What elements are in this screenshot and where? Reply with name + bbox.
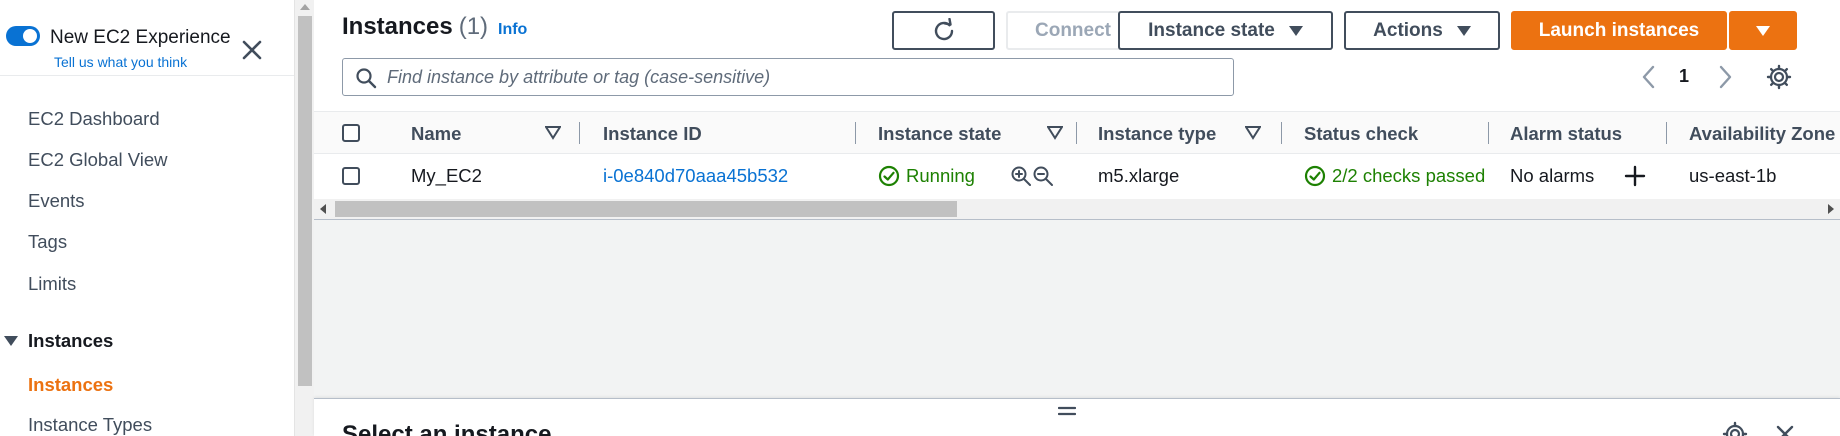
sidebar-item-events[interactable]: Events xyxy=(28,190,85,212)
cell-availability-zone: us-east-1b xyxy=(1689,165,1777,186)
table-horizontal-scrollbar[interactable] xyxy=(314,199,1840,219)
scroll-right-arrow[interactable] xyxy=(1828,204,1834,214)
close-icon[interactable] xyxy=(238,36,266,64)
caret-down-icon xyxy=(4,336,18,346)
refresh-icon xyxy=(934,17,953,40)
close-icon[interactable] xyxy=(1774,423,1796,436)
column-divider[interactable] xyxy=(1488,122,1489,144)
refresh-button[interactable] xyxy=(892,11,995,50)
sidebar-item-tags[interactable]: Tags xyxy=(28,231,67,253)
cell-instance-state: Running xyxy=(906,165,975,186)
row-checkbox[interactable] xyxy=(342,167,360,185)
drag-handle-icon[interactable] xyxy=(1058,405,1076,417)
zoom-in-icon[interactable] xyxy=(1010,165,1032,187)
page-title-text: Instances xyxy=(342,13,453,40)
info-link[interactable]: Info xyxy=(498,21,527,39)
cell-instance-type: m5.xlarge xyxy=(1098,165,1180,186)
column-header-status-check[interactable]: Status check xyxy=(1304,123,1418,145)
search-icon xyxy=(356,68,377,89)
select-all-checkbox[interactable] xyxy=(342,124,360,142)
sort-icon[interactable] xyxy=(545,126,561,140)
current-page-number[interactable]: 1 xyxy=(1679,66,1689,87)
split-panel-title: Select an instance xyxy=(342,421,552,436)
column-header-instance-state[interactable]: Instance state xyxy=(878,123,1001,145)
column-header-instance-id[interactable]: Instance ID xyxy=(603,123,702,145)
column-header-name[interactable]: Name xyxy=(411,123,461,145)
caret-down-icon xyxy=(1756,25,1770,36)
column-header-availability-zone[interactable]: Availability Zone xyxy=(1689,123,1835,145)
column-divider[interactable] xyxy=(855,122,856,144)
sidebar-item-instance-types[interactable]: Instance Types xyxy=(28,414,152,436)
scroll-up-arrow[interactable] xyxy=(300,4,310,10)
sort-icon[interactable] xyxy=(1047,126,1063,140)
column-header-instance-type[interactable]: Instance type xyxy=(1098,123,1216,145)
instance-state-button-label: Instance state xyxy=(1148,19,1275,41)
sidebar-scrollbar[interactable] xyxy=(294,0,314,436)
new-experience-label: New EC2 Experience xyxy=(50,27,231,48)
cell-alarm-status: No alarms xyxy=(1510,165,1595,186)
sort-icon[interactable] xyxy=(1245,126,1261,140)
table-row[interactable]: My_EC2 i-0e840d70aaa45b532 Running m5.xl… xyxy=(314,154,1840,199)
check-circle-icon xyxy=(1304,165,1326,187)
sidebar-divider xyxy=(0,75,294,76)
instances-panel: Instances (1) Info Connect Instance state… xyxy=(314,0,1840,220)
settings-icon[interactable] xyxy=(1722,421,1748,436)
split-panel: Select an instance xyxy=(314,398,1840,436)
search-box[interactable] xyxy=(342,58,1234,96)
check-circle-icon xyxy=(878,165,900,187)
column-divider[interactable] xyxy=(1076,122,1077,144)
cell-name: My_EC2 xyxy=(411,165,482,186)
settings-icon[interactable] xyxy=(1766,64,1792,90)
cell-instance-id-link[interactable]: i-0e840d70aaa45b532 xyxy=(603,165,788,187)
new-experience-toggle-row: New EC2 Experience Tell us what you thin… xyxy=(0,12,294,72)
feedback-link[interactable]: Tell us what you think xyxy=(54,54,187,70)
connect-button-label: Connect xyxy=(1035,19,1111,41)
sidebar: New EC2 Experience Tell us what you thin… xyxy=(0,0,294,436)
sidebar-item-ec2-global-view[interactable]: EC2 Global View xyxy=(28,149,168,171)
sidebar-section-instances[interactable]: Instances xyxy=(4,330,113,352)
page-title: Instances (1) xyxy=(342,13,488,41)
horizontal-scrollbar-thumb[interactable] xyxy=(335,201,957,217)
zoom-out-icon[interactable] xyxy=(1032,165,1054,187)
table-header: Name Instance ID Instance state Instance… xyxy=(314,111,1840,154)
column-header-alarm-status[interactable]: Alarm status xyxy=(1510,123,1622,145)
sidebar-item-instances[interactable]: Instances xyxy=(28,374,113,396)
sidebar-item-ec2-dashboard[interactable]: EC2 Dashboard xyxy=(28,108,160,130)
plus-icon[interactable] xyxy=(1624,165,1646,187)
column-divider[interactable] xyxy=(1666,122,1667,144)
caret-down-icon xyxy=(1288,25,1303,36)
scroll-left-arrow[interactable] xyxy=(320,204,326,214)
actions-button[interactable]: Actions xyxy=(1344,11,1500,50)
column-divider[interactable] xyxy=(1281,122,1282,144)
caret-down-icon xyxy=(1456,25,1471,36)
main-content: Instances (1) Info Connect Instance state… xyxy=(314,0,1840,436)
new-experience-toggle[interactable] xyxy=(6,26,40,46)
column-divider[interactable] xyxy=(579,122,580,144)
toggle-knob xyxy=(23,29,37,43)
sidebar-item-limits[interactable]: Limits xyxy=(28,273,76,295)
search-input[interactable] xyxy=(387,59,1227,95)
cell-status-check[interactable]: 2/2 checks passed xyxy=(1332,165,1490,187)
chevron-left-icon[interactable] xyxy=(1638,64,1660,90)
launch-instances-button-label: Launch instances xyxy=(1538,19,1700,41)
launch-instances-button[interactable]: Launch instances xyxy=(1511,11,1727,50)
instance-state-button[interactable]: Instance state xyxy=(1118,11,1333,50)
launch-instances-dropdown[interactable] xyxy=(1729,11,1797,50)
instance-count: (1) xyxy=(458,13,489,40)
actions-button-label: Actions xyxy=(1373,19,1443,41)
scrollbar-thumb[interactable] xyxy=(298,16,312,386)
sidebar-section-label: Instances xyxy=(28,330,114,351)
chevron-right-icon[interactable] xyxy=(1714,64,1736,90)
